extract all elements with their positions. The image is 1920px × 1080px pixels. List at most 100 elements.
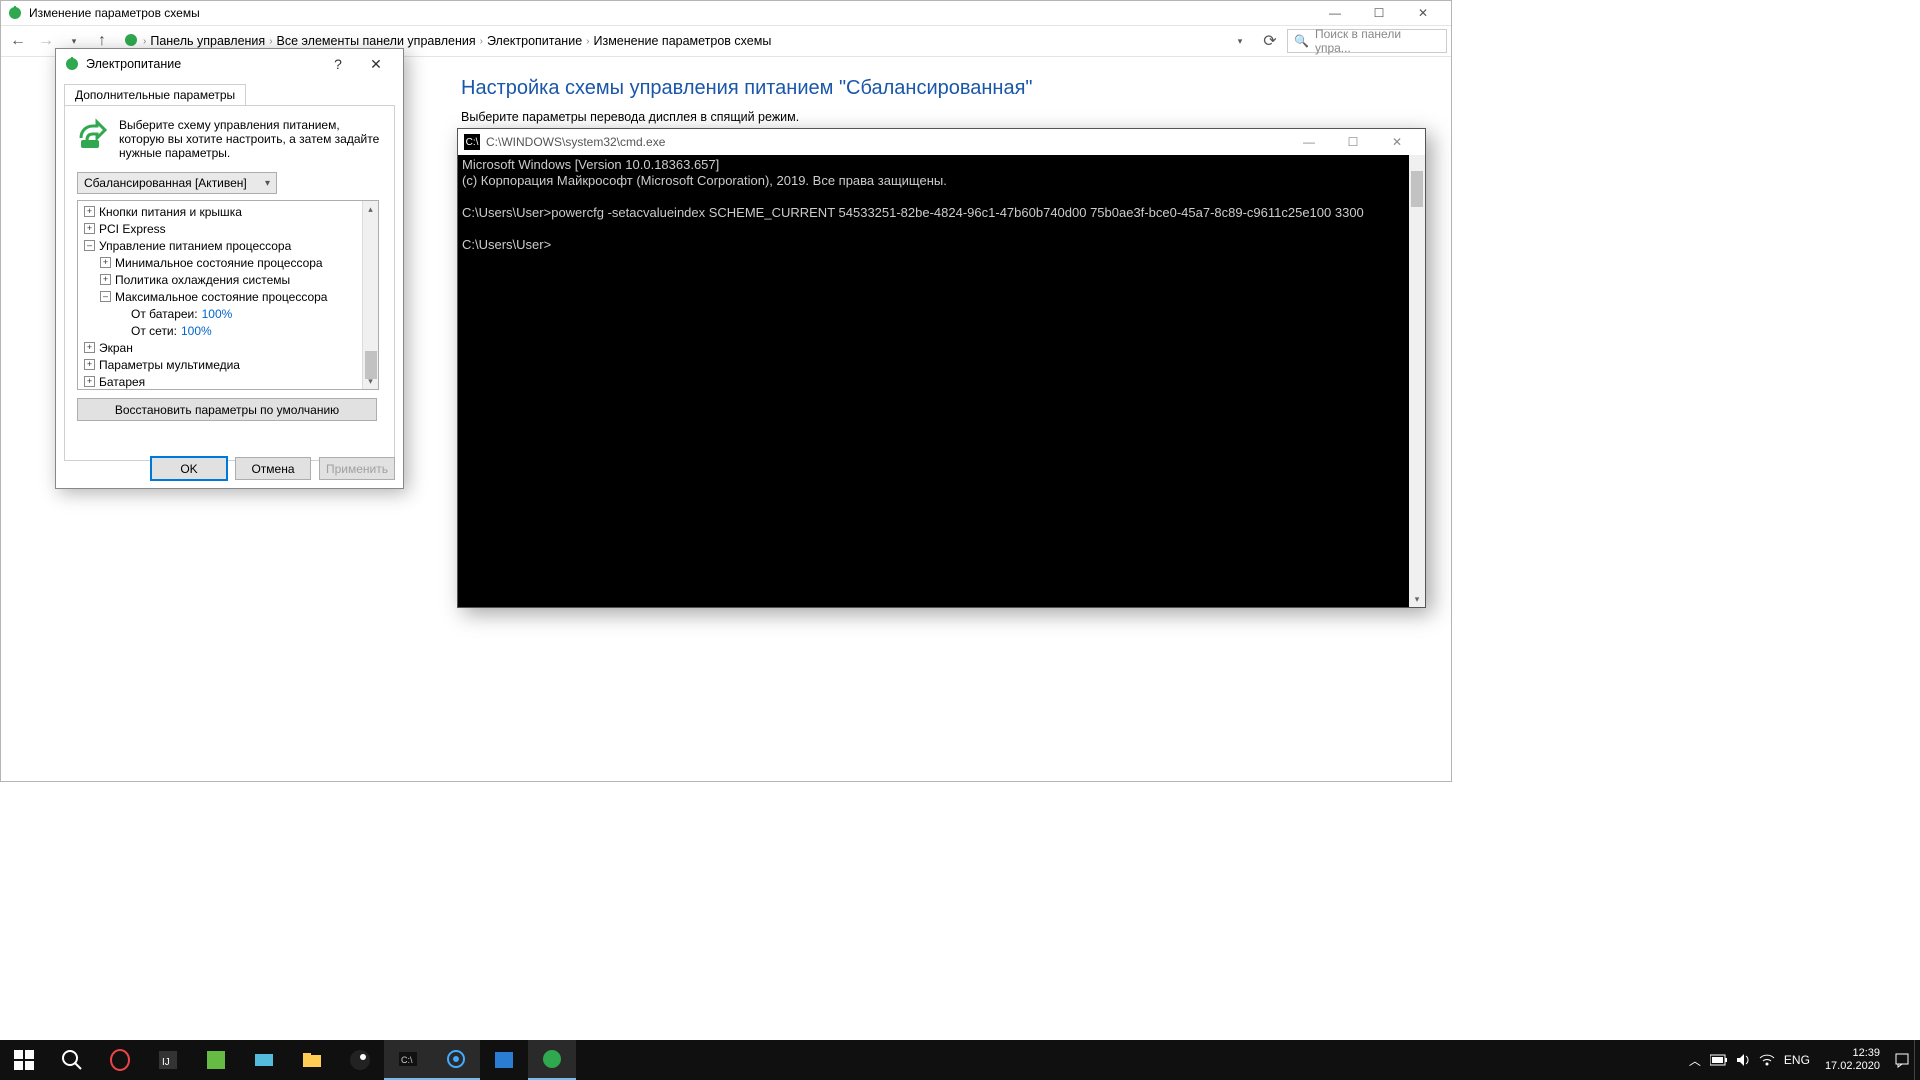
taskbar-app-power-options[interactable] — [528, 1040, 576, 1080]
cmd-titlebar[interactable]: C:\ C:\WINDOWS\system32\cmd.exe — ☐ ✕ — [458, 129, 1425, 155]
restore-defaults-button[interactable]: Восстановить параметры по умолчанию — [77, 398, 377, 421]
breadcrumb-sep-icon: › — [269, 36, 272, 47]
tray-volume-icon[interactable] — [1731, 1040, 1755, 1080]
show-desktop-button[interactable] — [1914, 1040, 1920, 1080]
tray-chevron-icon[interactable]: ︿ — [1683, 1040, 1707, 1080]
breadcrumb-sep-icon: › — [143, 36, 146, 47]
tree-label: Управление питанием процессора — [99, 239, 291, 253]
chevron-down-icon: ▾ — [265, 178, 270, 189]
tree-item[interactable]: +PCI Express — [82, 220, 378, 237]
ok-button[interactable]: OK — [151, 457, 227, 480]
dialog-close-button[interactable]: ✕ — [357, 51, 395, 77]
tree-item[interactable]: От батареи: 100% — [82, 305, 378, 322]
cmd-maximize-button[interactable]: ☐ — [1331, 130, 1375, 154]
tree-label: Батарея — [99, 375, 145, 389]
search-input[interactable]: 🔍 Поиск в панели упра... — [1287, 29, 1447, 53]
taskbar-app-intellij[interactable]: IJ — [144, 1040, 192, 1080]
breadcrumb-item[interactable]: Панель управления — [150, 34, 265, 48]
scroll-up-icon[interactable]: ▴ — [363, 201, 378, 217]
svg-text:IJ: IJ — [162, 1057, 170, 1068]
taskbar: IJ C:\ ︿ ENG 12:39 17.02.2020 — [0, 1040, 1920, 1080]
cmd-icon: C:\ — [464, 134, 480, 150]
tree-item[interactable]: –Управление питанием процессора — [82, 237, 378, 254]
taskbar-app-minecraft[interactable] — [192, 1040, 240, 1080]
clock[interactable]: 12:39 17.02.2020 — [1815, 1047, 1890, 1073]
expand-icon[interactable]: + — [100, 274, 111, 285]
search-placeholder: Поиск в панели упра... — [1315, 27, 1440, 55]
taskbar-app-opera[interactable] — [96, 1040, 144, 1080]
tree-scrollbar[interactable]: ▴ ▾ — [362, 201, 378, 389]
breadcrumb-item[interactable]: Все элементы панели управления — [277, 34, 476, 48]
refresh-button[interactable]: ⟳ — [1257, 28, 1283, 54]
tree-label: От батареи: — [131, 307, 198, 321]
minimize-button[interactable]: — — [1313, 1, 1357, 25]
power-options-icon — [7, 5, 23, 21]
tree-item[interactable]: +Политика охлаждения системы — [82, 271, 378, 288]
tree-value[interactable]: 100% — [181, 324, 212, 338]
search-icon: 🔍 — [1294, 34, 1309, 48]
scroll-down-icon[interactable]: ▾ — [1409, 591, 1425, 607]
power-plug-icon — [64, 56, 80, 72]
tree-item[interactable]: +Кнопки питания и крышка — [82, 203, 378, 220]
taskbar-app-cmd[interactable]: C:\ — [384, 1040, 432, 1080]
expand-icon[interactable]: + — [84, 359, 95, 370]
cmd-output[interactable]: Microsoft Windows [Version 10.0.18363.65… — [458, 155, 1425, 607]
back-button[interactable]: ← — [5, 28, 31, 54]
clock-time: 12:39 — [1825, 1047, 1880, 1060]
expand-icon[interactable]: + — [84, 342, 95, 353]
breadcrumb-item[interactable]: Электропитание — [487, 34, 582, 48]
tree-item[interactable]: От сети: 100% — [82, 322, 378, 339]
tree-item[interactable]: –Максимальное состояние процессора — [82, 288, 378, 305]
cmd-minimize-button[interactable]: — — [1287, 130, 1331, 154]
dialog-title: Электропитание — [86, 57, 319, 71]
scroll-thumb[interactable] — [1411, 171, 1423, 207]
expand-icon[interactable]: + — [84, 376, 95, 387]
taskbar-app-word[interactable] — [480, 1040, 528, 1080]
help-button[interactable]: ? — [319, 51, 357, 77]
window-titlebar[interactable]: Изменение параметров схемы — ☐ ✕ — [1, 1, 1451, 25]
cancel-button[interactable]: Отмена — [235, 457, 311, 480]
cmd-scrollbar[interactable]: ▴ ▾ — [1409, 155, 1425, 607]
tree-item[interactable]: + Батарея — [82, 373, 378, 390]
cmd-window: C:\ C:\WINDOWS\system32\cmd.exe — ☐ ✕ Mi… — [457, 128, 1426, 608]
address-dropdown[interactable]: ▾ — [1227, 28, 1253, 54]
scheme-selected: Сбалансированная [Активен] — [84, 176, 247, 190]
action-center-icon[interactable] — [1890, 1040, 1914, 1080]
scroll-down-icon[interactable]: ▾ — [363, 373, 378, 389]
tree-value[interactable]: 100% — [202, 307, 233, 321]
settings-tree[interactable]: +Кнопки питания и крышка+PCI Express–Упр… — [77, 200, 379, 390]
tray-wifi-icon[interactable] — [1755, 1040, 1779, 1080]
scheme-select[interactable]: Сбалансированная [Активен] ▾ — [77, 172, 277, 194]
tray-battery-icon[interactable] — [1707, 1040, 1731, 1080]
dialog-body: Выберите схему управления питанием, кото… — [64, 105, 395, 461]
dialog-instruction: Выберите схему управления питанием, кото… — [119, 118, 382, 160]
taskbar-app-explorer[interactable] — [288, 1040, 336, 1080]
expand-icon[interactable]: + — [84, 206, 95, 217]
svg-text:C:\: C:\ — [401, 1055, 413, 1065]
maximize-button[interactable]: ☐ — [1357, 1, 1401, 25]
apply-button[interactable]: Применить — [319, 457, 395, 480]
expand-icon[interactable]: + — [84, 223, 95, 234]
taskbar-app-steam[interactable] — [336, 1040, 384, 1080]
search-button[interactable] — [48, 1040, 96, 1080]
dialog-tabstrip: Дополнительные параметры — [56, 79, 403, 105]
taskbar-app-mail[interactable] — [240, 1040, 288, 1080]
tree-item[interactable]: +Экран — [82, 339, 378, 356]
battery-icon — [77, 118, 109, 150]
taskbar-app-settings[interactable] — [432, 1040, 480, 1080]
tree-label: От сети: — [131, 324, 177, 338]
tree-item[interactable]: +Параметры мультимедиа — [82, 356, 378, 373]
language-indicator[interactable]: ENG — [1779, 1040, 1815, 1080]
expand-icon[interactable]: + — [100, 257, 111, 268]
breadcrumb-item[interactable]: Изменение параметров схемы — [594, 34, 772, 48]
dialog-titlebar[interactable]: Электропитание ? ✕ — [56, 49, 403, 79]
collapse-icon[interactable]: – — [100, 291, 111, 302]
cmd-title: C:\WINDOWS\system32\cmd.exe — [486, 135, 1287, 149]
clock-date: 17.02.2020 — [1825, 1060, 1880, 1073]
start-button[interactable] — [0, 1040, 48, 1080]
tab-advanced[interactable]: Дополнительные параметры — [64, 84, 246, 106]
collapse-icon[interactable]: – — [84, 240, 95, 251]
tree-item[interactable]: +Минимальное состояние процессора — [82, 254, 378, 271]
cmd-close-button[interactable]: ✕ — [1375, 130, 1419, 154]
close-button[interactable]: ✕ — [1401, 1, 1445, 25]
